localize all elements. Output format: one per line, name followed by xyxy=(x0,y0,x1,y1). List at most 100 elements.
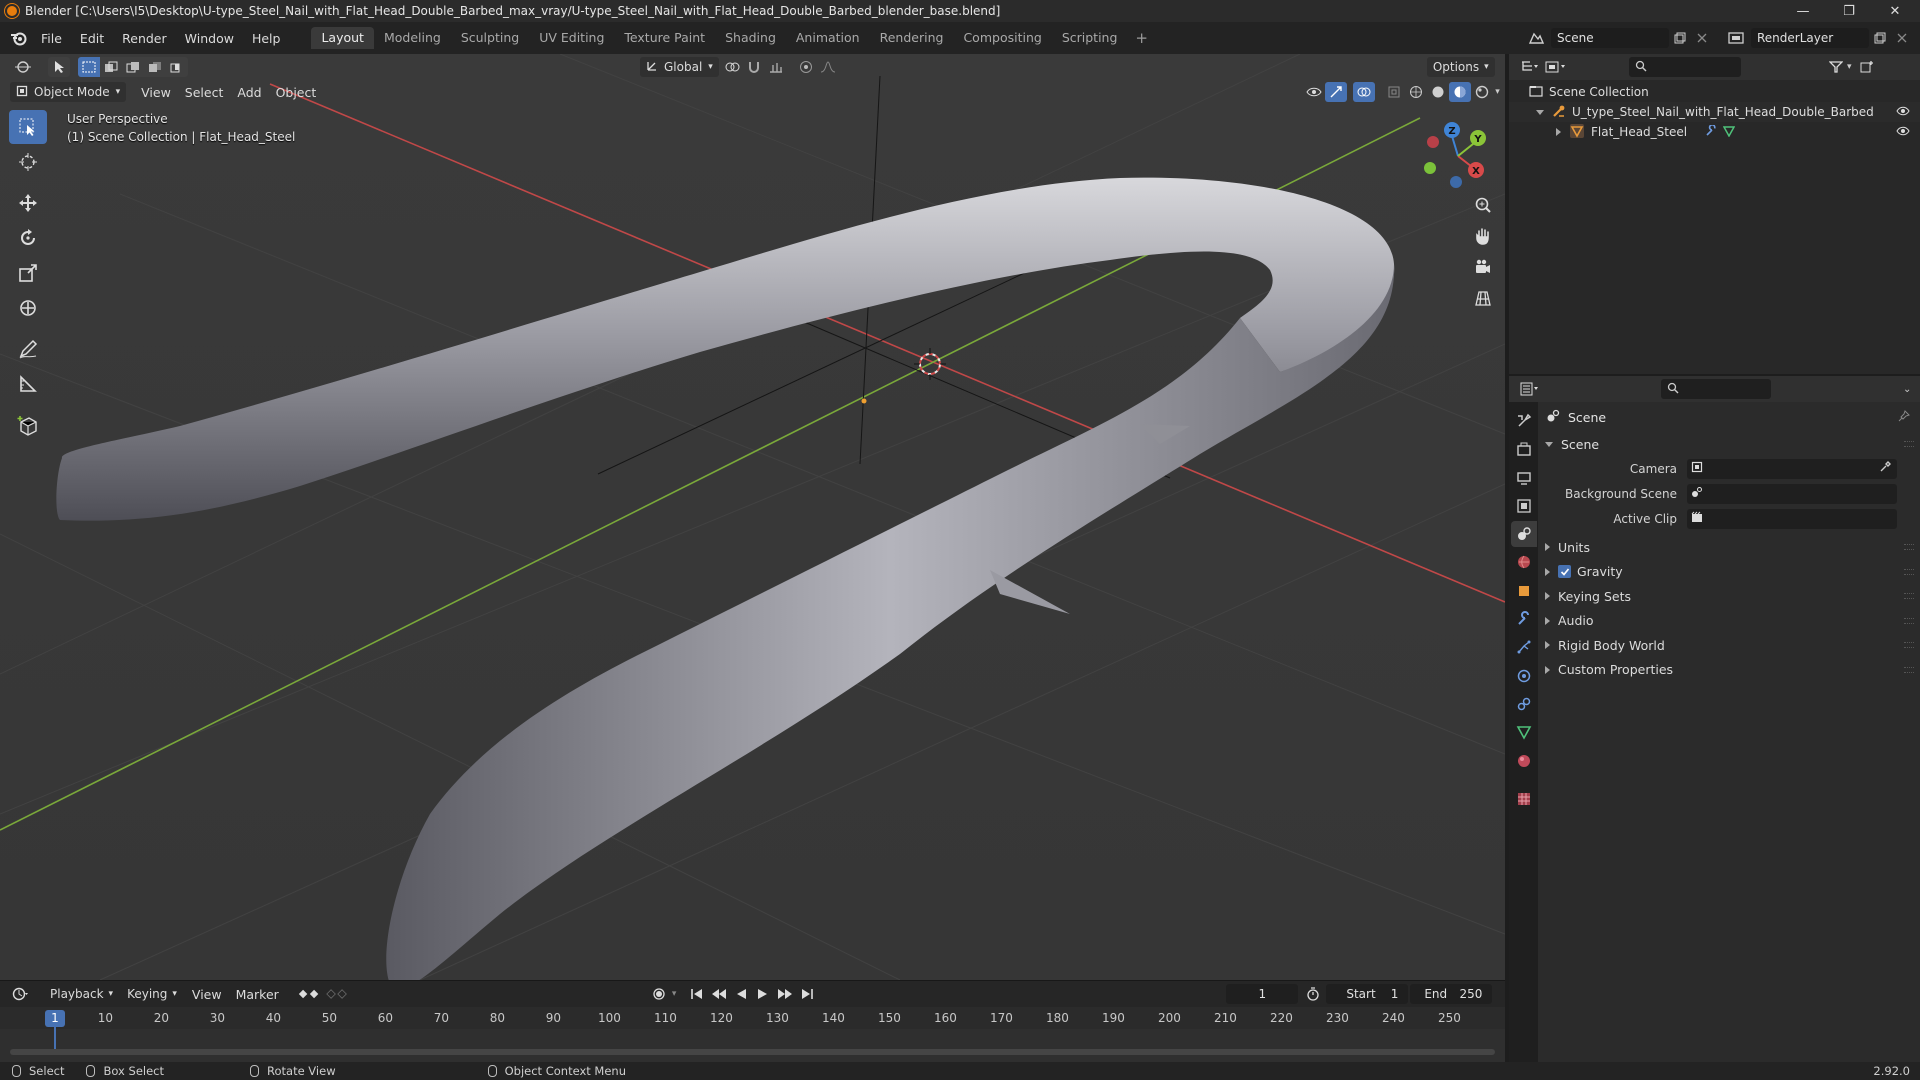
transform-tool[interactable] xyxy=(9,291,47,325)
properties-editor-type-icon[interactable] xyxy=(1519,379,1541,399)
move-tool[interactable] xyxy=(9,186,47,220)
tab-shading[interactable]: Shading xyxy=(715,27,786,49)
minimize-button[interactable]: — xyxy=(1780,0,1826,22)
tab-output[interactable] xyxy=(1511,465,1537,491)
outliner-editor-type-icon[interactable] xyxy=(1519,57,1541,77)
expand-arrow-icon[interactable] xyxy=(1545,543,1550,552)
current-frame-field[interactable]: 1 xyxy=(1226,984,1299,1004)
camera-field[interactable] xyxy=(1687,458,1897,479)
auto-keying-record-icon[interactable] xyxy=(648,984,670,1004)
filter-icon[interactable] xyxy=(1825,57,1847,77)
add-cube-tool[interactable] xyxy=(9,408,47,442)
tab-texture[interactable] xyxy=(1511,786,1537,812)
tab-scene[interactable] xyxy=(1510,521,1537,548)
view-layer-icon[interactable] xyxy=(1725,28,1747,48)
panel-drag-handle[interactable] xyxy=(1904,617,1914,624)
timeline-menu-marker[interactable]: Marker xyxy=(229,987,286,1002)
current-frame-marker[interactable]: 1 xyxy=(45,1010,65,1027)
pan-hand-icon[interactable] xyxy=(1468,221,1498,251)
outliner-item-mesh[interactable]: Flat_Head_Steel xyxy=(1509,122,1920,142)
playback-dropdown[interactable]: Playback ▾ xyxy=(44,984,119,1004)
units-panel[interactable]: Units xyxy=(1540,535,1920,560)
tab-particles[interactable] xyxy=(1511,634,1537,660)
options-dropdown[interactable]: Options ▾ xyxy=(1426,57,1495,77)
timeline-track-area[interactable] xyxy=(0,1029,1505,1063)
mesh-data-icon[interactable] xyxy=(1722,125,1736,140)
expand-arrow-icon[interactable] xyxy=(1545,665,1550,674)
timeline-editor-type-icon[interactable] xyxy=(10,984,32,1004)
chevron-down-icon[interactable]: ⌄ xyxy=(1903,384,1911,395)
menu-window[interactable]: Window xyxy=(176,31,243,46)
tab-modeling[interactable]: Modeling xyxy=(374,27,451,49)
add-workspace-button[interactable]: + xyxy=(1127,29,1156,47)
eyedropper-icon[interactable] xyxy=(1879,461,1891,476)
tab-tool[interactable] xyxy=(1511,408,1537,434)
panel-collapse-icon[interactable] xyxy=(1545,441,1553,447)
keyframe-delete-icon[interactable] xyxy=(326,984,348,1004)
cursor-tool[interactable] xyxy=(9,145,47,179)
gravity-checkbox[interactable] xyxy=(1558,565,1571,579)
tab-scripting[interactable]: Scripting xyxy=(1052,27,1128,49)
select-box-tool[interactable] xyxy=(9,110,47,144)
3d-viewport[interactable]: Global ▾ Options ▾ Object Mode ▾ View Se… xyxy=(0,54,1505,980)
shading-solid-icon[interactable] xyxy=(1427,82,1449,102)
new-scene-icon[interactable] xyxy=(1669,28,1691,48)
menu-file[interactable]: File xyxy=(32,31,71,46)
timeline-menu-view[interactable]: View xyxy=(185,987,229,1002)
camera-view-icon[interactable] xyxy=(1468,252,1498,282)
snap-icon[interactable] xyxy=(743,57,765,77)
expand-arrow-icon[interactable] xyxy=(1536,109,1544,115)
panel-drag-handle[interactable] xyxy=(1904,593,1914,600)
select-subtract-icon[interactable] xyxy=(122,57,144,77)
measure-tool[interactable] xyxy=(9,367,47,401)
tab-object[interactable] xyxy=(1511,578,1537,604)
panel-drag-handle[interactable] xyxy=(1904,568,1914,575)
menu-help[interactable]: Help xyxy=(243,31,290,46)
play-reverse-icon[interactable] xyxy=(730,984,752,1004)
editor-type-icon[interactable] xyxy=(12,57,34,77)
shading-material-icon[interactable] xyxy=(1449,82,1472,102)
tab-rendering[interactable]: Rendering xyxy=(870,27,954,49)
chevron-down-icon[interactable]: ▾ xyxy=(672,989,677,999)
perspective-toggle-icon[interactable] xyxy=(1468,283,1498,313)
audio-panel[interactable]: Audio xyxy=(1540,609,1920,634)
wrench-modifier-icon[interactable] xyxy=(1705,123,1717,140)
gizmo-neg-y-icon[interactable] xyxy=(1424,162,1436,174)
gravity-panel[interactable]: Gravity xyxy=(1540,560,1920,585)
active-clip-field[interactable] xyxy=(1687,508,1897,529)
panel-drag-handle[interactable] xyxy=(1904,544,1914,551)
gizmo-neg-z-icon[interactable] xyxy=(1450,176,1462,188)
delete-view-layer-icon[interactable] xyxy=(1891,28,1913,48)
jump-keyframe-back-icon[interactable] xyxy=(708,984,730,1004)
tab-texture-paint[interactable]: Texture Paint xyxy=(614,27,715,49)
expand-arrow-icon[interactable] xyxy=(1556,128,1561,136)
end-frame-field[interactable]: End 250 xyxy=(1410,984,1493,1004)
select-extend-icon[interactable] xyxy=(100,57,122,77)
jump-keyframe-forward-icon[interactable] xyxy=(774,984,796,1004)
panel-drag-handle[interactable] xyxy=(1904,642,1914,649)
scene-name-field[interactable]: Scene xyxy=(1551,28,1669,48)
scene-panel-header[interactable]: Scene xyxy=(1540,432,1920,456)
pivot-point-icon[interactable] xyxy=(721,57,743,77)
proportional-edit-icon[interactable] xyxy=(795,57,817,77)
select-invert-icon[interactable] xyxy=(144,57,166,77)
view-layer-field[interactable]: RenderLayer xyxy=(1751,28,1869,48)
tab-physics[interactable] xyxy=(1511,663,1537,689)
expand-arrow-icon[interactable] xyxy=(1545,616,1550,625)
annotate-tool[interactable] xyxy=(9,332,47,366)
tab-constraints[interactable] xyxy=(1511,691,1537,717)
timeline-scrollbar[interactable] xyxy=(10,1049,1495,1055)
visibility-eye-icon[interactable] xyxy=(1896,125,1910,139)
visibility-eye-icon[interactable] xyxy=(1896,105,1910,119)
snap-target-icon[interactable] xyxy=(765,57,787,77)
expand-arrow-icon[interactable] xyxy=(1545,592,1550,601)
chevron-down-icon[interactable]: ▾ xyxy=(1495,87,1500,97)
viewport-menu-select[interactable]: Select xyxy=(178,85,231,100)
scale-tool[interactable] xyxy=(9,256,47,290)
keyframe-insert-icon[interactable] xyxy=(298,984,320,1004)
xray-toggle-icon[interactable] xyxy=(1383,82,1405,102)
gizmo-neg-x-icon[interactable] xyxy=(1427,136,1439,148)
overlays-toggle-icon[interactable] xyxy=(1353,82,1376,102)
viewport-menu-view[interactable]: View xyxy=(134,85,178,100)
expand-arrow-icon[interactable] xyxy=(1545,641,1550,650)
